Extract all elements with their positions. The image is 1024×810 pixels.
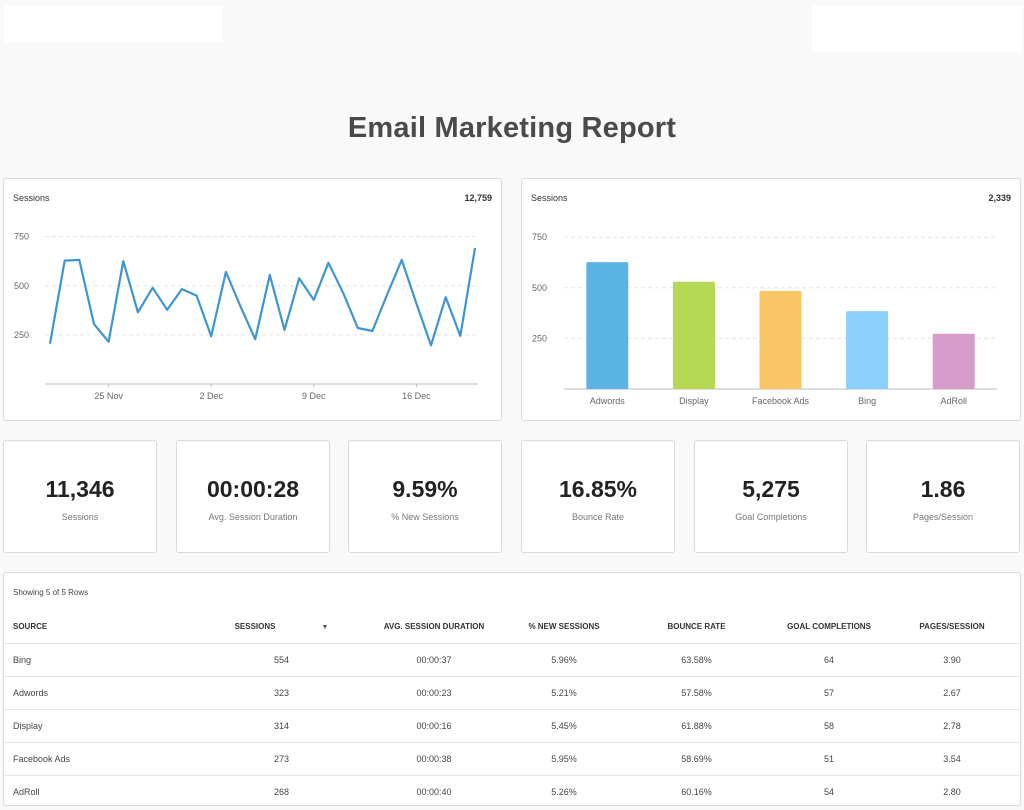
cell-avg-session-duration: 00:00:40 (359, 774, 509, 808)
sessions-bar-chart-card: Sessions 2,339 250 500 750 Adwords Display Fa… (521, 178, 1021, 421)
kpi-value: 5,275 (742, 476, 800, 502)
cell-source: Display (4, 708, 204, 742)
cell-sessions: 273 (204, 741, 359, 775)
cell-source: AdRoll (4, 774, 204, 808)
bar-bing (846, 311, 889, 389)
y-tick-label: 500 (14, 281, 29, 291)
cell-source: Facebook Ads (4, 741, 204, 775)
table-header-row: Source Sessions ▼ Avg. Session Duration %… (4, 610, 1020, 643)
x-tick-label: Display (679, 396, 709, 406)
kpi-new-sessions: 9.59% % New Sessions (348, 440, 502, 553)
kpi-label: Sessions (61, 512, 99, 522)
table-row: AdRoll 268 00:00:40 5.26% 60.16% 54 2.80 (4, 774, 1020, 808)
kpi-value: 00:00:28 (206, 476, 300, 502)
column-header-source[interactable]: Source (4, 610, 204, 643)
cell-pages-per-session: 2.80 (884, 774, 1020, 808)
x-tick-label: Facebook Ads (752, 396, 810, 406)
column-header-new-sessions[interactable]: % New Sessions (509, 610, 619, 643)
cell-sessions: 314 (204, 708, 359, 742)
column-header-avg-session-duration[interactable]: Avg. Session Duration (359, 610, 509, 643)
cell-pages-per-session: 3.54 (884, 741, 1020, 775)
cell-new-sessions: 5.95% (509, 741, 619, 775)
bar-facebook-ads (759, 290, 802, 389)
cell-sessions: 323 (204, 675, 359, 709)
cell-pages-per-session: 3.90 (884, 642, 1020, 676)
column-header-bounce-rate[interactable]: Bounce Rate (619, 610, 774, 643)
y-tick-label: 750 (14, 232, 29, 242)
column-header-sessions-label: Sessions (234, 621, 276, 631)
kpi-value: 9.59% (392, 476, 458, 502)
cell-new-sessions: 5.26% (509, 774, 619, 808)
sessions-line-chart: 250 500 750 25 Nov 2 Dec 9 Dec 16 Dec (14, 232, 478, 401)
cell-new-sessions: 5.96% (509, 642, 619, 676)
cell-bounce-rate: 60.16% (619, 774, 774, 808)
cell-bounce-rate: 57.58% (619, 675, 774, 709)
y-tick-label: 250 (14, 330, 29, 340)
x-tick-label: 9 Dec (302, 391, 326, 401)
cell-goal-completions: 54 (774, 774, 884, 808)
report-title: Email Marketing Report (347, 112, 677, 144)
logo-placeholder-right (812, 6, 1022, 52)
table-row: Display 314 00:00:16 5.45% 61.88% 58 2.7… (4, 708, 1020, 742)
cell-new-sessions: 5.45% (509, 708, 619, 742)
y-tick-label: 500 (532, 283, 547, 293)
cell-bounce-rate: 61.88% (619, 708, 774, 742)
kpi-goal-completions: 5,275 Goal Completions (694, 440, 848, 553)
y-tick-label: 750 (532, 232, 547, 242)
cell-sessions: 268 (204, 774, 359, 808)
logo-placeholder-left (4, 6, 222, 42)
kpi-label: Goal Completions (735, 512, 807, 522)
kpi-pages-per-session: 1.86 Pages/Session (866, 440, 1020, 553)
kpi-label: Avg. Session Duration (208, 512, 298, 522)
sessions-line-chart-card: Sessions 12,759 250 500 750 25 Nov 2 Dec 9 De… (3, 178, 502, 421)
kpi-bounce-rate: 16.85% Bounce Rate (521, 440, 675, 553)
cell-goal-completions: 57 (774, 675, 884, 709)
y-tick-label: 250 (532, 333, 547, 343)
cell-new-sessions: 5.21% (509, 675, 619, 709)
column-header-sessions[interactable]: Sessions ▼ (204, 610, 359, 643)
x-tick-label: 16 Dec (402, 391, 431, 401)
kpi-value: 11,346 (45, 476, 115, 502)
table-row-count: Showing 5 of 5 Rows (13, 588, 89, 597)
kpi-value: 1.86 (920, 476, 966, 502)
cell-avg-session-duration: 00:00:38 (359, 741, 509, 775)
sessions-bar-chart: 250 500 750 Adwords Display Facebook Ads Bing A… (532, 232, 997, 406)
x-tick-label: 2 Dec (199, 391, 223, 401)
table-row: Bing 554 00:00:37 5.96% 63.58% 64 3.90 (4, 642, 1020, 676)
kpi-label: % New Sessions (391, 512, 459, 522)
cell-source: Bing (4, 642, 204, 676)
x-tick-label: Bing (858, 396, 876, 406)
caret-down-icon[interactable]: ▼ (321, 624, 328, 631)
cell-sessions: 554 (204, 642, 359, 676)
bar-display (672, 281, 715, 389)
table-row: Facebook Ads 273 00:00:38 5.95% 58.69% 5… (4, 741, 1020, 775)
cell-avg-session-duration: 00:00:16 (359, 708, 509, 742)
sessions-series-line (48, 247, 477, 347)
kpi-label: Bounce Rate (571, 512, 625, 522)
cell-avg-session-duration: 00:00:37 (359, 642, 509, 676)
table-row: Adwords 323 00:00:23 5.21% 57.58% 57 2.6… (4, 675, 1020, 709)
cell-pages-per-session: 2.67 (884, 675, 1020, 709)
cell-goal-completions: 64 (774, 642, 884, 676)
cell-pages-per-session: 2.78 (884, 708, 1020, 742)
cell-bounce-rate: 58.69% (619, 741, 774, 775)
cell-goal-completions: 51 (774, 741, 884, 775)
column-header-goal-completions[interactable]: Goal Completions (774, 610, 884, 643)
kpi-label: Pages/Session (912, 512, 974, 522)
column-header-pages-per-session[interactable]: Pages/Session (884, 610, 1020, 643)
bar-adroll (932, 333, 975, 389)
x-tick-label: Adwords (590, 396, 626, 406)
kpi-value: 16.85% (558, 476, 637, 502)
x-tick-label: AdRoll (940, 396, 967, 406)
cell-bounce-rate: 63.58% (619, 642, 774, 676)
kpi-avg-session-duration: 00:00:28 Avg. Session Duration (176, 440, 330, 553)
x-tick-label: 25 Nov (94, 391, 123, 401)
source-table: Source Sessions ▼ Avg. Session Duration %… (4, 610, 1020, 808)
cell-avg-session-duration: 00:00:23 (359, 675, 509, 709)
cell-goal-completions: 58 (774, 708, 884, 742)
source-table-card: Showing 5 of 5 Rows Source Sessions ▼ Avg… (3, 572, 1021, 808)
cell-source: Adwords (4, 675, 204, 709)
bar-adwords (586, 262, 629, 389)
kpi-sessions: 11,346 Sessions (3, 440, 157, 553)
